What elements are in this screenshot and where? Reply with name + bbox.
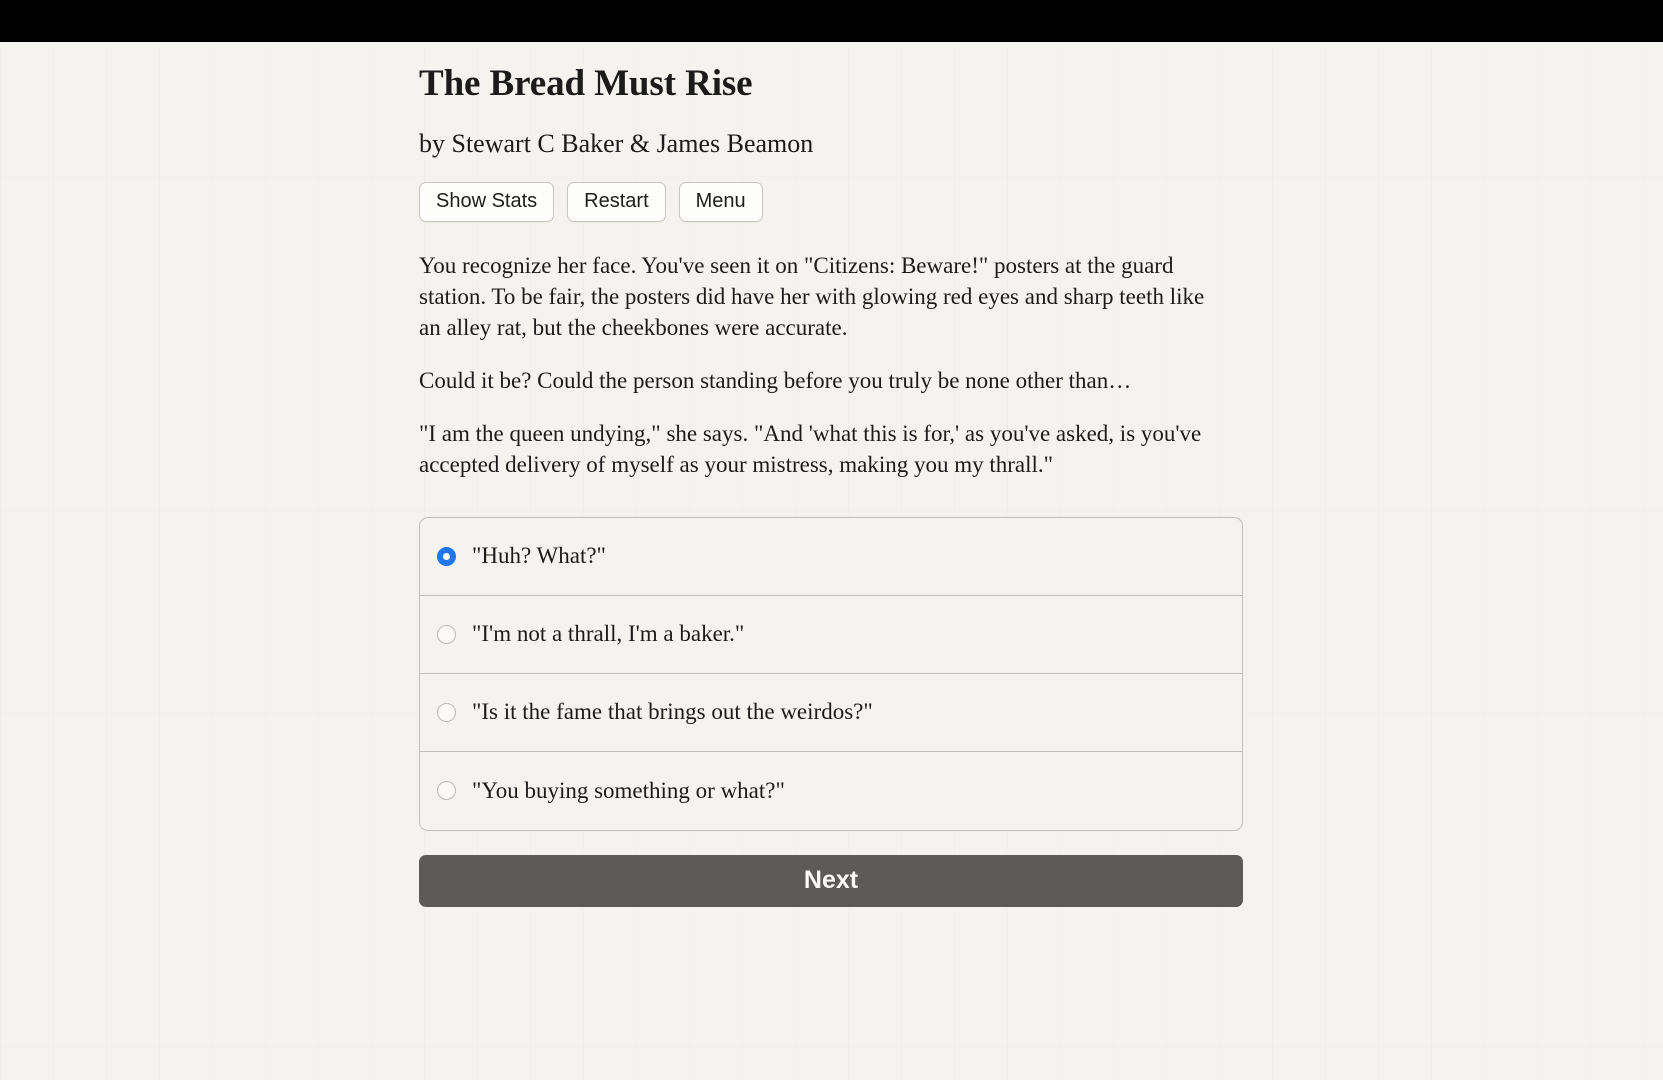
restart-button[interactable]: Restart bbox=[567, 181, 666, 222]
choice-option[interactable]: "You buying something or what?" bbox=[420, 752, 1242, 830]
show-stats-button[interactable]: Show Stats bbox=[419, 181, 555, 222]
browser-viewport: The Bread Must Rise by Stewart C Baker &… bbox=[0, 0, 1663, 1080]
choice-option[interactable]: "Is it the fame that brings out the weir… bbox=[420, 674, 1242, 752]
story-byline: by Stewart C Baker & James Beamon bbox=[419, 129, 814, 159]
choice-list: "Huh? What?" "I'm not a thrall, I'm a ba… bbox=[419, 516, 1243, 831]
game-page: The Bread Must Rise by Stewart C Baker &… bbox=[0, 42, 1663, 1080]
menu-button[interactable]: Menu bbox=[678, 181, 763, 222]
choice-option-label: "Is it the fame that brings out the weir… bbox=[472, 699, 873, 725]
choice-option-label: "Huh? What?" bbox=[472, 543, 606, 569]
choice-option-label: "I'm not a thrall, I'm a baker." bbox=[472, 621, 745, 647]
radio-button-icon[interactable] bbox=[437, 546, 456, 566]
choice-option[interactable]: "I'm not a thrall, I'm a baker." bbox=[420, 596, 1242, 674]
game-toolbar: Show Stats Restart Menu bbox=[419, 181, 1243, 222]
story-paragraph: "I am the queen undying," she says. "And… bbox=[419, 420, 1202, 477]
browser-top-bar bbox=[0, 0, 1663, 42]
choice-option-label: "You buying something or what?" bbox=[472, 777, 785, 803]
radio-button-icon[interactable] bbox=[437, 624, 456, 644]
radio-button-icon[interactable] bbox=[437, 781, 456, 801]
page-title: The Bread Must Rise bbox=[419, 63, 753, 104]
story-paragraph: You recognize her face. You've seen it o… bbox=[419, 252, 1205, 340]
next-button[interactable]: Next bbox=[419, 854, 1243, 907]
story-container: The Bread Must Rise by Stewart C Baker &… bbox=[419, 62, 1243, 907]
radio-button-icon[interactable] bbox=[437, 702, 456, 722]
story-paragraph: Could it be? Could the person standing b… bbox=[419, 367, 1132, 393]
choice-option[interactable]: "Huh? What?" bbox=[420, 518, 1242, 596]
story-text: You recognize her face. You've seen it o… bbox=[419, 250, 1243, 480]
